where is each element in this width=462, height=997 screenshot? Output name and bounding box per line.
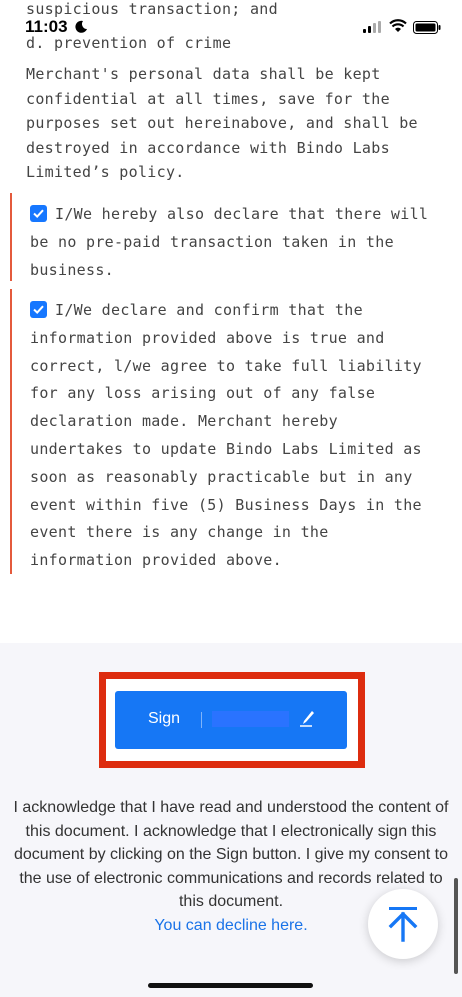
confidentiality-paragraph: Merchant's personal data shall be kept c… — [26, 65, 418, 182]
arrow-up-to-top-icon — [388, 907, 418, 942]
scrollbar[interactable] — [454, 878, 458, 974]
decline-link[interactable]: You can decline here. — [154, 917, 307, 934]
scroll-to-top-button[interactable] — [368, 889, 438, 959]
sign-button-label: Sign — [148, 710, 181, 727]
declaration-1-text: I/We hereby also declare that there will… — [30, 205, 429, 279]
battery-icon — [413, 21, 441, 34]
wifi-icon — [389, 19, 407, 32]
check-icon — [33, 305, 44, 315]
moon-icon — [75, 20, 87, 33]
check-icon — [33, 209, 44, 219]
signal-icon — [363, 21, 381, 33]
clause-item-d: d. prevention of crime — [26, 34, 232, 52]
sign-button[interactable]: Sign — [115, 691, 347, 749]
home-indicator — [148, 983, 313, 988]
declaration-1-checkbox[interactable] — [30, 205, 47, 222]
declaration-2-text: I/We declare and confirm that the inform… — [30, 301, 422, 570]
sign-divider — [201, 712, 202, 728]
declaration-no-prepaid: I/We hereby also declare that there will… — [10, 193, 452, 281]
declaration-information-true: I/We declare and confirm that the inform… — [10, 289, 452, 574]
signature-placeholder — [212, 711, 289, 727]
scrolled-text-line: suspicious transaction; and — [26, 0, 278, 18]
declaration-2-checkbox[interactable] — [30, 301, 47, 318]
pen-icon — [300, 711, 314, 727]
sign-button-highlight: Sign — [99, 672, 365, 768]
